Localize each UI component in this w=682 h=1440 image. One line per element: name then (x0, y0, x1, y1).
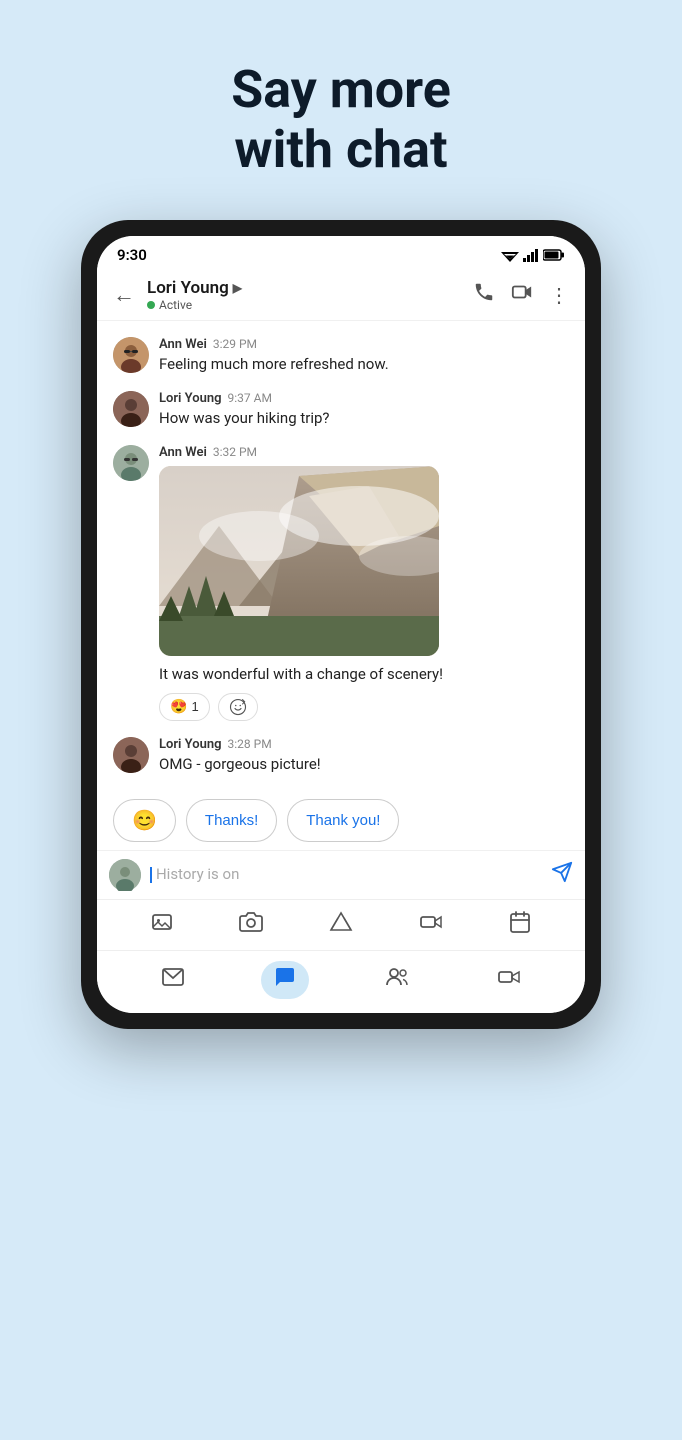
wifi-icon (501, 248, 519, 262)
message-2-meta: Lori Young 9:37 AM (159, 391, 569, 406)
reaction-count: 1 (191, 699, 198, 714)
message-3-time: 3:32 PM (213, 445, 257, 459)
send-button[interactable] (551, 861, 573, 889)
message-row: Lori Young 9:37 AM How was your hiking t… (113, 391, 569, 429)
message-2-content: Lori Young 9:37 AM How was your hiking t… (159, 391, 569, 429)
bottom-nav (97, 950, 585, 1013)
meet-icon (497, 965, 521, 995)
message-1-content: Ann Wei 3:29 PM Feeling much more refres… (159, 337, 569, 375)
contacts-icon (385, 965, 409, 995)
cursor (150, 867, 152, 883)
more-button[interactable]: ⋮ (549, 283, 569, 307)
reactions: 😍 1 (159, 693, 569, 721)
avatar-ann-wei (113, 337, 149, 373)
hero-section: Say more with chat (191, 0, 491, 220)
battery-icon (543, 249, 565, 261)
message-3-sender: Ann Wei (159, 445, 207, 460)
calendar-button[interactable] (508, 910, 532, 940)
reaction-love-button[interactable]: 😍 1 (159, 693, 210, 721)
message-1-text: Feeling much more refreshed now. (159, 354, 569, 375)
smart-replies: 😊 Thanks! Thank you! (97, 791, 585, 850)
nav-contacts[interactable] (373, 961, 421, 999)
message-input[interactable]: History is on (149, 864, 543, 885)
video-button[interactable] (511, 281, 533, 308)
message-2-sender: Lori Young (159, 391, 222, 406)
contact-arrow[interactable]: ▶ (233, 281, 242, 295)
drive-button[interactable] (329, 910, 353, 940)
avatar-ann-wei-2 (113, 445, 149, 481)
input-avatar (109, 859, 141, 891)
message-3-content: Ann Wei 3:32 PM (159, 445, 569, 721)
status-icons (501, 248, 565, 262)
signal-icon (523, 248, 539, 262)
camera-button[interactable] (239, 910, 263, 940)
message-4-content: Lori Young 3:28 PM OMG - gorgeous pictur… (159, 737, 569, 775)
video-record-button[interactable] (419, 910, 443, 940)
nav-chat[interactable] (261, 961, 309, 999)
contact-info: Lori Young ▶ Active (147, 278, 473, 312)
smart-reply-thank-you[interactable]: Thank you! (287, 799, 399, 842)
back-button[interactable]: ← (113, 282, 135, 308)
chat-icon (273, 965, 297, 995)
avatar-lori-young-1 (113, 391, 149, 427)
top-actions: ⋮ (473, 281, 569, 308)
message-row: Lori Young 3:28 PM OMG - gorgeous pictur… (113, 737, 569, 775)
message-row: Ann Wei 3:32 PM (113, 445, 569, 721)
message-1-meta: Ann Wei 3:29 PM (159, 337, 569, 352)
smart-reply-emoji[interactable]: 😊 (113, 799, 176, 842)
media-toolbar (97, 899, 585, 950)
message-4-meta: Lori Young 3:28 PM (159, 737, 569, 752)
message-2-time: 9:37 AM (228, 391, 272, 405)
active-dot (147, 301, 155, 309)
message-4-text: OMG - gorgeous picture! (159, 754, 569, 775)
message-image[interactable] (159, 466, 439, 656)
gallery-button[interactable] (150, 910, 174, 940)
reaction-emoji: 😍 (170, 698, 187, 715)
message-3-meta: Ann Wei 3:32 PM (159, 445, 569, 460)
message-1-sender: Ann Wei (159, 337, 207, 352)
contact-name: Lori Young ▶ (147, 278, 473, 298)
input-area: History is on (97, 850, 585, 899)
phone-screen: 9:30 (97, 236, 585, 1013)
add-reaction-button[interactable] (218, 693, 258, 721)
chat-area: Ann Wei 3:29 PM Feeling much more refres… (97, 321, 585, 791)
mail-icon (161, 965, 185, 995)
contact-status: Active (147, 298, 473, 312)
status-time: 9:30 (117, 246, 147, 264)
status-bar: 9:30 (97, 236, 585, 270)
top-bar: ← Lori Young ▶ Active ⋮ (97, 270, 585, 321)
input-placeholder: History is on (156, 865, 239, 883)
message-4-sender: Lori Young (159, 737, 222, 752)
message-3-text: It was wonderful with a change of scener… (159, 664, 569, 685)
phone-mockup: 9:30 (81, 220, 601, 1029)
message-row: Ann Wei 3:29 PM Feeling much more refres… (113, 337, 569, 375)
message-1-time: 3:29 PM (213, 337, 257, 351)
call-button[interactable] (473, 281, 495, 308)
hero-title: Say more with chat (231, 60, 451, 180)
message-4-time: 3:28 PM (228, 737, 272, 751)
nav-meet[interactable] (485, 961, 533, 999)
smart-reply-thanks[interactable]: Thanks! (186, 799, 277, 842)
message-2-text: How was your hiking trip? (159, 408, 569, 429)
avatar-lori-young-2 (113, 737, 149, 773)
nav-mail[interactable] (149, 961, 197, 999)
